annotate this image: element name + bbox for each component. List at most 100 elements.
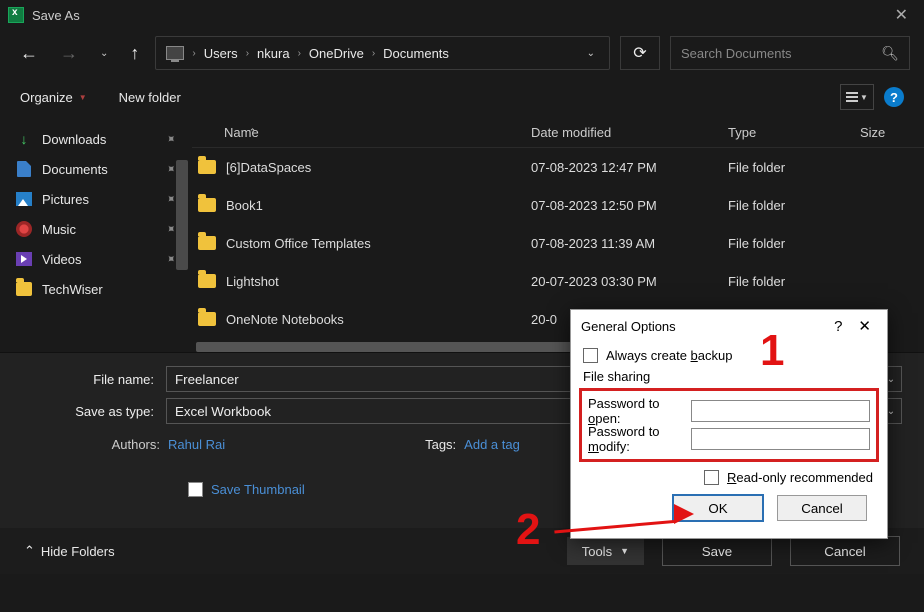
excel-icon bbox=[8, 7, 24, 23]
picture-icon bbox=[16, 191, 32, 207]
authors-value[interactable]: Rahul Rai bbox=[168, 437, 225, 452]
file-type: File folder bbox=[728, 236, 860, 251]
save-thumbnail-label[interactable]: Save Thumbnail bbox=[211, 482, 305, 497]
music-icon bbox=[16, 221, 32, 237]
sidebar-item-downloads[interactable]: ↓ Downloads ✦ bbox=[4, 124, 188, 154]
sidebar-item-techwiser[interactable]: TechWiser bbox=[4, 274, 188, 304]
password-open-input[interactable] bbox=[691, 400, 870, 422]
toolbar: Organize ▼ New folder ▼ ? bbox=[0, 76, 924, 118]
modal-title-bar: General Options ? ✕ bbox=[571, 310, 887, 342]
caret-down-icon: ▼ bbox=[79, 93, 87, 102]
hide-folders-label: Hide Folders bbox=[41, 544, 115, 559]
file-list-header: Name ⌃ Date modified Type Size bbox=[192, 118, 924, 148]
view-options-button[interactable]: ▼ bbox=[840, 84, 874, 110]
caret-down-icon: ▼ bbox=[620, 546, 629, 556]
always-backup-label: Always create backup bbox=[606, 348, 732, 363]
caret-down-icon: ▼ bbox=[860, 93, 868, 102]
modal-cancel-button[interactable]: Cancel bbox=[777, 495, 867, 521]
sidebar-item-label: Videos bbox=[42, 252, 82, 267]
forward-button[interactable]: → bbox=[54, 39, 84, 68]
list-icon bbox=[846, 92, 858, 102]
password-modify-input[interactable] bbox=[691, 428, 870, 450]
sidebar: ↓ Downloads ✦ Documents ✦ Pictures ✦ Mus… bbox=[0, 118, 192, 352]
chevron-right-icon: › bbox=[242, 48, 253, 59]
download-icon: ↓ bbox=[16, 131, 32, 147]
address-bar[interactable]: › Users › nkura › OneDrive › Documents ⌄ bbox=[155, 36, 610, 70]
file-row[interactable]: Custom Office Templates 07-08-2023 11:39… bbox=[192, 224, 924, 262]
save-thumbnail-checkbox[interactable] bbox=[188, 482, 203, 497]
folder-icon bbox=[198, 312, 216, 326]
folder-icon bbox=[198, 236, 216, 250]
authors-label: Authors: bbox=[22, 437, 160, 452]
folder-icon bbox=[16, 281, 32, 297]
annotation-2: 2 bbox=[516, 505, 540, 555]
sidebar-item-music[interactable]: Music ✦ bbox=[4, 214, 188, 244]
address-dropdown[interactable]: ⌄ bbox=[579, 48, 603, 59]
tools-label: Tools bbox=[582, 544, 612, 559]
hide-folders-toggle[interactable]: ⌃ Hide Folders bbox=[24, 543, 115, 559]
file-date: 07-08-2023 12:47 PM bbox=[531, 160, 728, 175]
sidebar-item-label: Music bbox=[42, 222, 76, 237]
file-row[interactable]: Book1 07-08-2023 12:50 PM File folder bbox=[192, 186, 924, 224]
chevron-up-icon: ⌃ bbox=[24, 543, 35, 559]
new-folder-label: New folder bbox=[119, 90, 181, 105]
file-date: 07-08-2023 11:39 AM bbox=[531, 236, 728, 251]
chevron-right-icon: › bbox=[368, 48, 379, 59]
sidebar-item-documents[interactable]: Documents ✦ bbox=[4, 154, 188, 184]
window-title: Save As bbox=[32, 8, 887, 23]
video-icon bbox=[16, 251, 32, 267]
breadcrumb-documents[interactable]: Documents bbox=[379, 46, 453, 61]
file-name-label: File name: bbox=[22, 372, 160, 387]
pin-icon: ✦ bbox=[162, 130, 179, 147]
file-row[interactable]: Lightshot 20-07-2023 03:30 PM File folde… bbox=[192, 262, 924, 300]
search-icon: 🔍︎ bbox=[881, 45, 899, 62]
file-date: 20-07-2023 03:30 PM bbox=[531, 274, 728, 289]
save-button[interactable]: Save bbox=[662, 536, 772, 566]
column-type[interactable]: Type bbox=[728, 125, 860, 140]
readonly-label: Read-only recommended bbox=[727, 470, 873, 485]
breadcrumb-users[interactable]: Users bbox=[200, 46, 242, 61]
folder-icon bbox=[198, 274, 216, 288]
breadcrumb-nkura[interactable]: nkura bbox=[253, 46, 294, 61]
password-open-label: Password to open: bbox=[588, 396, 685, 426]
column-date[interactable]: Date modified bbox=[531, 125, 728, 140]
organize-label: Organize bbox=[20, 90, 73, 105]
breadcrumb-onedrive[interactable]: OneDrive bbox=[305, 46, 368, 61]
chevron-right-icon: › bbox=[188, 48, 199, 59]
modal-title: General Options bbox=[581, 319, 824, 334]
refresh-button[interactable]: ⟳ bbox=[620, 36, 660, 70]
sidebar-item-label: Documents bbox=[42, 162, 108, 177]
file-name: [6]DataSpaces bbox=[226, 160, 311, 175]
new-folder-button[interactable]: New folder bbox=[119, 90, 181, 105]
tools-menu[interactable]: Tools ▼ bbox=[567, 537, 644, 565]
up-button[interactable]: ↑ bbox=[124, 39, 145, 68]
readonly-checkbox[interactable] bbox=[704, 470, 719, 485]
modal-close-button[interactable]: ✕ bbox=[852, 317, 877, 335]
file-date: 07-08-2023 12:50 PM bbox=[531, 198, 728, 213]
file-type: File folder bbox=[728, 274, 860, 289]
history-dropdown[interactable]: ⌄ bbox=[94, 44, 114, 63]
annotation-arrow bbox=[554, 496, 694, 536]
sidebar-item-videos[interactable]: Videos ✦ bbox=[4, 244, 188, 274]
file-name: Lightshot bbox=[226, 274, 279, 289]
column-size[interactable]: Size bbox=[860, 125, 924, 140]
search-input[interactable]: Search Documents 🔍︎ bbox=[670, 36, 910, 70]
chevron-right-icon: › bbox=[294, 48, 305, 59]
help-button[interactable]: ? bbox=[884, 87, 904, 107]
file-row[interactable]: [6]DataSpaces 07-08-2023 12:47 PM File f… bbox=[192, 148, 924, 186]
password-modify-label: Password to modify: bbox=[588, 424, 685, 454]
pc-icon[interactable] bbox=[162, 46, 188, 60]
sidebar-item-pictures[interactable]: Pictures ✦ bbox=[4, 184, 188, 214]
organize-menu[interactable]: Organize ▼ bbox=[20, 90, 87, 105]
column-name[interactable]: Name ⌃ bbox=[192, 125, 531, 140]
modal-help-button[interactable]: ? bbox=[824, 318, 852, 335]
file-name: Custom Office Templates bbox=[226, 236, 371, 251]
sidebar-scrollbar[interactable] bbox=[176, 160, 188, 270]
arrow-head-icon bbox=[674, 504, 694, 524]
tags-value[interactable]: Add a tag bbox=[464, 437, 520, 452]
cancel-button[interactable]: Cancel bbox=[790, 536, 900, 566]
back-button[interactable]: ← bbox=[14, 39, 44, 68]
close-icon[interactable]: ✕ bbox=[887, 5, 916, 25]
sort-caret-icon: ⌃ bbox=[249, 127, 257, 138]
always-backup-checkbox[interactable] bbox=[583, 348, 598, 363]
